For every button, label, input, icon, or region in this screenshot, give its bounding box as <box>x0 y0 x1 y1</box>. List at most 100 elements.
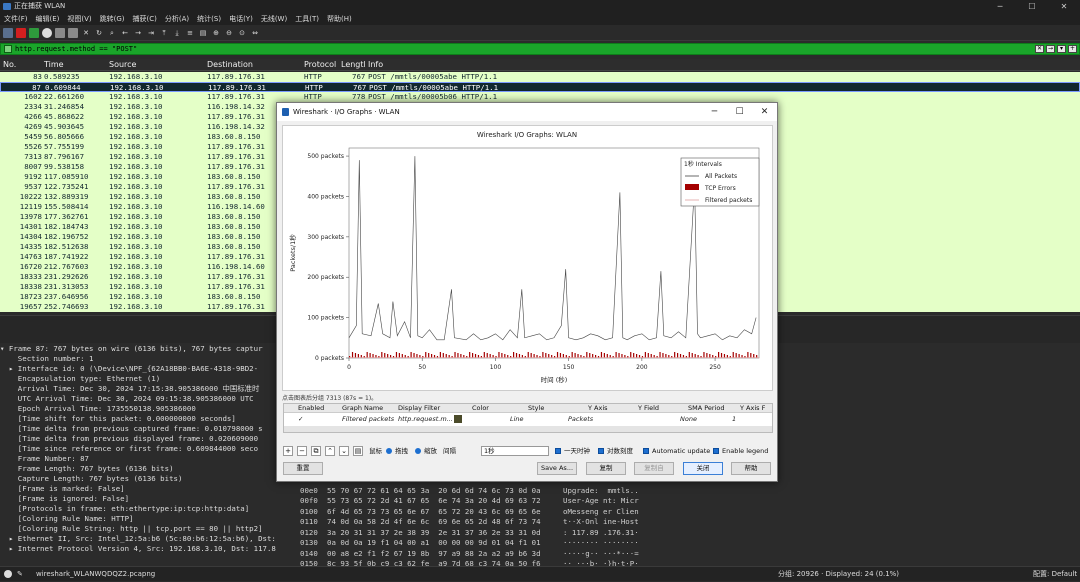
menu-item[interactable]: 文件(F) <box>0 13 32 25</box>
filter-history-icon[interactable]: ▾ <box>1057 45 1066 53</box>
graph-table-col[interactable]: Y Axis F <box>740 404 765 413</box>
menu-item[interactable]: 分析(A) <box>161 13 193 25</box>
graph-table-col[interactable]: SMA Period <box>688 404 725 413</box>
packet-row[interactable]: 1602 22.661260 192.168.3.10 117.89.176.31 HT… <box>0 92 1080 102</box>
dialog-minimize-icon[interactable]: ─ <box>702 103 727 121</box>
save-file-icon[interactable] <box>68 27 78 38</box>
move-up-icon[interactable]: ⌃ <box>325 446 335 456</box>
row-name[interactable]: Filtered packets <box>342 414 394 424</box>
profile-label[interactable]: 配置: Default <box>1033 567 1077 582</box>
row-filter[interactable]: http.request.m... <box>398 414 453 424</box>
bookmark-icon[interactable] <box>4 45 12 53</box>
dialog-maximize-icon[interactable]: ☐ <box>727 103 752 121</box>
bytes-hex[interactable]: 8c 93 5f 0b c9 c3 62 fe a9 7d 68 c3 74 0… <box>327 559 541 566</box>
bytes-ascii[interactable]: oMesseng er Clien <box>563 507 639 518</box>
interval-select[interactable]: 1秒 <box>481 446 549 456</box>
capture-options-icon[interactable] <box>42 27 52 38</box>
first-packet-icon[interactable]: ⤒ <box>159 28 169 38</box>
zoom-in-icon[interactable]: ⊕ <box>211 28 221 38</box>
move-down-icon[interactable]: ⌄ <box>339 446 349 456</box>
col-info[interactable]: Info <box>368 59 383 71</box>
save-as-button[interactable]: Save As... <box>537 462 577 475</box>
maximize-icon[interactable]: ☐ <box>1016 0 1048 13</box>
close-icon[interactable]: ✕ <box>1048 0 1080 13</box>
menu-item[interactable]: 跳转(G) <box>96 13 129 25</box>
row-yaxis[interactable]: Packets <box>568 414 593 424</box>
row-color-swatch[interactable] <box>454 415 462 423</box>
restart-capture-icon[interactable] <box>29 27 39 38</box>
detail-line[interactable]: [Coloring Rule Name: HTTP] <box>0 514 280 524</box>
legend-checkbox[interactable] <box>713 448 719 454</box>
detail-line[interactable]: ▸ Internet Protocol Version 4, Src: 192.… <box>0 544 280 554</box>
menu-item[interactable]: 帮助(H) <box>323 13 356 25</box>
resize-columns-icon[interactable]: ⇔ <box>250 28 260 38</box>
col-source[interactable]: Source <box>109 59 136 71</box>
bytes-ascii[interactable]: ········ ········ <box>563 538 639 549</box>
bytes-hex[interactable]: 55 73 65 72 2d 41 67 65 6e 74 3a 20 4d 6… <box>327 496 541 507</box>
packet-row[interactable]: 87 0.609844 192.168.3.10 117.89.176.31 HTTP 7… <box>0 82 1080 92</box>
clear-filter-icon[interactable]: ✕ <box>1035 45 1044 53</box>
display-filter-input[interactable]: http.request.method == "POST" <box>15 44 137 54</box>
add-graph-icon[interactable]: + <box>283 446 293 456</box>
bytes-ascii[interactable]: t··X-Onl ine-Host <box>563 517 639 528</box>
graph-table[interactable]: Enabled Graph Name Display Filter Color Styl… <box>283 403 773 433</box>
bytes-hex[interactable]: 55 70 67 72 61 64 65 3a 20 6d 6d 74 6c 7… <box>327 486 541 497</box>
bytes-ascii[interactable]: ··_···b· ·}h·t·P· <box>563 559 639 566</box>
copy-from-button[interactable]: 复制自 <box>634 462 674 475</box>
menu-item[interactable]: 工具(T) <box>291 13 323 25</box>
forward-icon[interactable]: → <box>133 28 143 38</box>
help-button[interactable]: 帮助 <box>731 462 771 475</box>
zoom-radio[interactable] <box>415 448 421 454</box>
open-file-icon[interactable] <box>55 27 65 38</box>
autoscroll-icon[interactable]: ≡ <box>185 28 195 38</box>
graph-table-col[interactable]: Y Axis <box>588 404 608 413</box>
detail-line[interactable]: Arrival Time: Dec 30, 2024 17:15:38.9053… <box>0 384 280 394</box>
graph-table-col[interactable]: Enabled <box>298 404 324 413</box>
detail-line[interactable]: [Time since reference or first frame: 0.… <box>0 444 280 454</box>
bytes-hex[interactable]: 0a 0d 0a 19 f1 04 00 a1 00 00 00 9d 01 0… <box>327 538 541 549</box>
copy-graph-icon[interactable]: ⧉ <box>311 446 321 456</box>
col-protocol[interactable]: Protocol <box>304 59 336 71</box>
row-sma[interactable]: None <box>680 414 697 424</box>
edit-comment-icon[interactable]: ✎ <box>17 567 23 582</box>
reset-button[interactable]: 重置 <box>283 462 323 475</box>
packet-bytes[interactable]: 20 31 31 37 2e 38 39 2e 31 37 36 2e 33 3… <box>280 475 1080 566</box>
detail-line[interactable]: [Protocols in frame: eth:ethertype:ip:tc… <box>0 504 280 514</box>
bytes-hex[interactable]: 00 a8 e2 f1 f2 67 19 8b 97 a9 88 2a a2 a… <box>327 549 541 560</box>
row-yfactor[interactable]: 1 <box>732 414 736 424</box>
zoom-reset-icon[interactable]: ⊙ <box>237 28 247 38</box>
last-packet-icon[interactable]: ⤓ <box>172 28 182 38</box>
bytes-ascii[interactable]: : 117.89 .176.31· <box>563 528 639 539</box>
graph-table-col[interactable]: Display Filter <box>398 404 440 413</box>
menu-item[interactable]: 编辑(E) <box>32 13 64 25</box>
row-enabled[interactable]: ✓ <box>298 414 303 424</box>
reload-icon[interactable]: ↻ <box>94 28 104 38</box>
detail-line[interactable]: ▾ Frame 87: 767 bytes on wire (6136 bits… <box>0 344 280 354</box>
add-filter-icon[interactable]: + <box>1068 45 1077 53</box>
detail-line[interactable]: Frame Number: 87 <box>0 454 280 464</box>
detail-line[interactable]: Encapsulation type: Ethernet (1) <box>0 374 280 384</box>
graph-table-col[interactable]: Graph Name <box>342 404 383 413</box>
drag-radio[interactable] <box>386 448 392 454</box>
minimize-icon[interactable]: ─ <box>984 0 1016 13</box>
copy-button[interactable]: 复制 <box>586 462 626 475</box>
find-icon[interactable]: ⌕ <box>107 28 117 38</box>
detail-line[interactable]: Capture Length: 767 bytes (6136 bits) <box>0 474 280 484</box>
packet-row[interactable]: 83 0.589235 192.168.3.10 117.89.176.31 HTTP 7… <box>0 72 1080 82</box>
graph-table-col[interactable]: Style <box>528 404 544 413</box>
remove-graph-icon[interactable]: − <box>297 446 307 456</box>
stop-capture-icon[interactable] <box>16 27 26 38</box>
goto-icon[interactable]: ⇥ <box>146 28 156 38</box>
row-style[interactable]: Line <box>510 414 524 424</box>
bytes-hex[interactable]: 74 0d 0a 58 2d 4f 6e 6c 69 6e 65 2d 48 6… <box>327 517 541 528</box>
detail-line[interactable]: Frame Length: 767 bytes (6136 bits) <box>0 464 280 474</box>
detail-line[interactable]: Epoch Arrival Time: 1735550138.905386000 <box>0 404 280 414</box>
expert-info-icon[interactable] <box>4 570 12 578</box>
bytes-hex[interactable]: 6f 4d 65 73 73 65 6e 67 65 72 20 43 6c 6… <box>327 507 541 518</box>
menu-item[interactable]: 电话(Y) <box>225 13 257 25</box>
zoom-out-icon[interactable]: ⊖ <box>224 28 234 38</box>
io-graph-plot[interactable]: Wireshark I/O Graphs: WLAN 0 packets 100 p… <box>282 125 773 391</box>
detail-line[interactable]: ▸ Interface id: 0 (\Device\NPF_{62A18BB0… <box>0 364 280 374</box>
clear-graphs-icon[interactable]: ▤ <box>353 446 363 456</box>
detail-line[interactable]: ▸ Ethernet II, Src: Intel_12:5a:b6 (5c:8… <box>0 534 280 544</box>
